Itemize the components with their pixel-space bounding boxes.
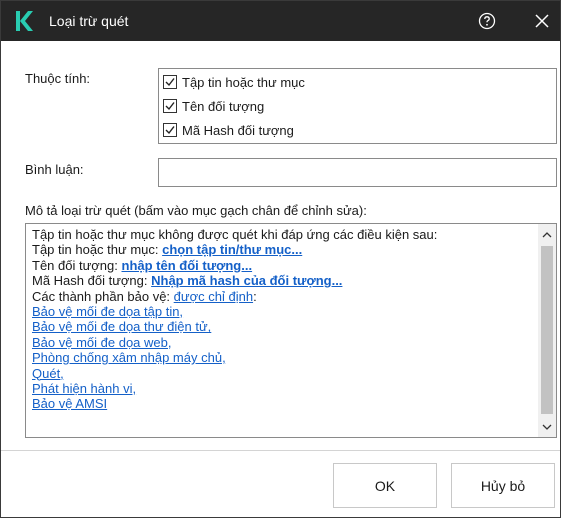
ok-button[interactable]: OK [333,463,437,508]
component-link[interactable]: Bảo vệ mối đe dọa thư điện tử, [32,319,211,334]
file-or-folder-label: Tập tin hoặc thư mục: [32,242,163,258]
component-link[interactable]: Bảo vệ mối đe dọa web, [32,335,171,350]
component-mail-threat-link[interactable]: Bảo vệ mối đe dọa thư điện tử, [32,319,532,334]
close-icon[interactable] [532,11,552,31]
object-hash-label: Mã Hash đối tượng: [32,273,152,289]
object-name-label: Tên đối tượng: [32,257,122,273]
specified-components-link[interactable]: được chỉ định [174,289,253,304]
components-label: Các thành phần bảo vệ: [32,288,174,304]
component-scan-link[interactable]: Quét, [32,366,532,381]
choose-file-folder-link[interactable]: chọn tập tin/thư mục... [162,242,302,257]
checkbox[interactable] [163,123,177,137]
component-link[interactable]: Bảo vệ mối đe dọa tập tin, [32,304,183,319]
exclusion-dialog: Loại trừ quét Thuộc tính: Tập tin hoặc t… [0,0,561,518]
checkbox[interactable] [163,75,177,89]
description-label: Mô tả loại trừ quét (bấm vào mục gạch ch… [25,203,367,218]
component-host-intrusion-link[interactable]: Phòng chống xâm nhập máy chủ, [32,350,532,365]
properties-label: Thuộc tính: [25,71,91,86]
component-behavior-detection-link[interactable]: Phát hiện hành vi, [32,381,532,396]
comment-label: Bình luận: [25,162,84,177]
properties-checkbox-list: Tập tin hoặc thư mục Tên đối tượng Mã Ha… [158,68,557,144]
checkmark-icon [165,102,175,111]
object-hash-line: Mã Hash đối tượng: Nhập mã hash của đối … [32,273,532,288]
chevron-up-icon[interactable] [538,226,556,244]
object-name-line: Tên đối tượng: nhập tên đối tượng... [32,258,532,273]
cancel-button[interactable]: Hủy bỏ [451,463,555,508]
component-amsi-link[interactable]: Bảo vệ AMSI [32,396,532,411]
window-title: Loại trừ quét [49,13,129,29]
components-line: Các thành phần bảo vệ: được chỉ định: [32,289,532,304]
exclusion-description-box[interactable]: Tập tin hoặc thư mục không được quét khi… [25,223,557,438]
component-link[interactable]: Quét, [32,366,64,381]
component-link[interactable]: Phòng chống xâm nhập máy chủ, [32,350,226,365]
component-link[interactable]: Bảo vệ AMSI [32,396,107,411]
component-file-threat-link[interactable]: Bảo vệ mối đe dọa tập tin, [32,304,532,319]
enter-object-hash-link[interactable]: Nhập mã hash của đối tượng... [151,273,342,288]
file-or-folder-line: Tập tin hoặc thư mục: chọn tập tin/thư m… [32,242,532,257]
checkbox-label: Tập tin hoặc thư mục [182,74,305,90]
scrollbar-thumb[interactable] [541,246,553,414]
checkbox-file-or-folder[interactable]: Tập tin hoặc thư mục [163,73,305,91]
checkmark-icon [165,126,175,135]
checkbox-label: Mã Hash đối tượng [182,122,294,138]
checkbox[interactable] [163,99,177,113]
components-suffix: : [253,288,257,304]
component-web-threat-link[interactable]: Bảo vệ mối đe dọa web, [32,335,532,350]
enter-object-name-link[interactable]: nhập tên đối tượng... [122,258,253,273]
checkmark-icon [165,78,175,87]
kaspersky-logo-icon [16,11,33,31]
checkbox-label: Tên đối tượng [182,98,265,114]
component-link[interactable]: Phát hiện hành vi, [32,381,136,396]
help-icon[interactable] [477,11,497,31]
description-scrollbar[interactable] [538,224,556,437]
checkbox-object-name[interactable]: Tên đối tượng [163,97,264,115]
comment-input[interactable] [158,158,557,187]
chevron-down-icon[interactable] [538,418,556,436]
checkbox-object-hash[interactable]: Mã Hash đối tượng [163,121,294,139]
description-intro: Tập tin hoặc thư mục không được quét khi… [32,227,438,242]
title-bar[interactable]: Loại trừ quét [1,1,560,41]
